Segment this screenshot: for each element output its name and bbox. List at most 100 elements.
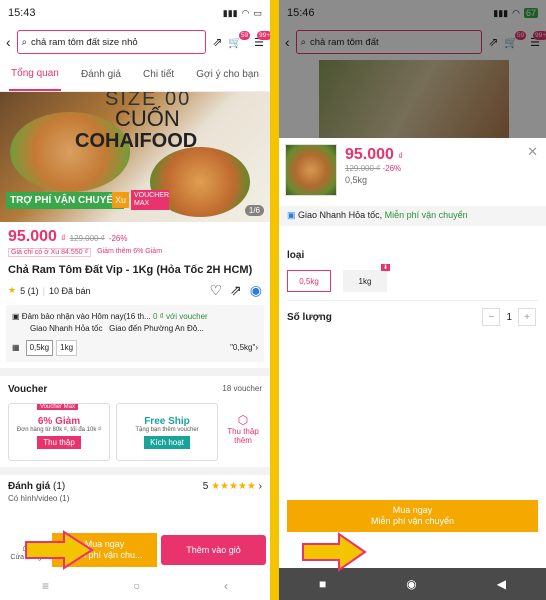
chevron-right-icon: ›	[255, 343, 258, 352]
chat-icon[interactable]: ☰ 99+	[254, 30, 270, 49]
ship-method: Giao Nhanh Hỏa tốc,	[298, 210, 383, 220]
buy-now-button[interactable]: Mua ngay Miễn phí vận chuyển	[287, 500, 538, 532]
collect-more[interactable]: ⬡ Thu thập thêm	[224, 403, 262, 461]
collect-button[interactable]: Thu thập	[37, 436, 81, 449]
right-screenshot: 15:46 ▮▮▮ ◠ 67 ‹ ⌕ chả ram tôm đất ⇗ 🛒 59 ☰…	[279, 0, 546, 600]
ship-destination: Giao đến Phường An Đô...	[109, 324, 204, 333]
status-icons: ▮▮▮ ◠ ▭	[223, 8, 262, 19]
nav-home-icon[interactable]: ◉	[406, 577, 416, 591]
search-input[interactable]: ⌕ chả ram tôm đất size nhỏ	[16, 30, 207, 54]
old-price: 129.000 ₫	[69, 234, 105, 243]
truck-icon: ▣	[12, 312, 20, 321]
discount: -26%	[382, 164, 402, 173]
status-bar: 15:43 ▮▮▮ ◠ ▭	[0, 0, 270, 26]
options-icon: ▦	[12, 343, 20, 352]
cart-badge: 59	[238, 30, 251, 40]
tab-suggestions[interactable]: Gợi ý cho bạn	[194, 59, 261, 90]
currency: ₫	[60, 233, 66, 243]
old-price: 129.000 ₫	[345, 164, 381, 173]
heart-icon[interactable]: ♡	[209, 282, 222, 299]
cart-icon[interactable]: 🛒 59	[228, 30, 251, 49]
voucher-header[interactable]: Voucher 18 voucher	[0, 376, 270, 399]
activate-button[interactable]: Kích hoạt	[144, 436, 190, 449]
collect-more-icon: ⬡	[237, 413, 249, 427]
weight: 0,5kg	[345, 175, 368, 185]
shipping-support-badge: TRỢ PHÍ VẬN CHUYỂN	[6, 192, 125, 209]
shipping-row: ▣ Giao Nhanh Hỏa tốc, Miễn phí vận chuyể…	[279, 206, 546, 226]
option-1kg[interactable]: 1kg ⬇	[343, 264, 390, 292]
nav-bar: ≡ ○ ‹	[0, 572, 270, 600]
voucher-title: Free Ship	[144, 416, 190, 427]
voucher-desc: Tặng bạn thêm voucher	[135, 427, 199, 433]
tab-overview[interactable]: Tổng quan	[9, 58, 61, 91]
quantity-stepper: − 1 +	[482, 308, 536, 326]
nav-back-icon[interactable]: ‹	[224, 579, 228, 593]
hero-brand: COHAIFOOD	[75, 130, 198, 152]
option-0-5kg[interactable]: 0,5kg	[25, 340, 54, 356]
nav-back-icon[interactable]: ◀	[497, 577, 506, 591]
stars-icon: ★★★★★	[211, 481, 256, 492]
voucher-list: Voucher Max 6% Giảm Đơn hàng từ 80k ₫, t…	[0, 399, 270, 465]
hero-cuon-text: CUỐN	[115, 106, 180, 131]
voucher-max-tag: Voucher Max	[37, 404, 79, 410]
wifi-icon: ◠	[241, 7, 250, 18]
top-bar: ‹ ⌕ chả ram tôm đất size nhỏ ⇗ 🛒 59 ☰ 99+	[0, 26, 270, 58]
plus-button[interactable]: +	[518, 308, 536, 326]
discount-tag-icon: ⬇	[380, 264, 390, 271]
tab-reviews[interactable]: Đánh giá	[79, 59, 123, 90]
signal-icon: ▮▮▮	[222, 7, 238, 18]
selected-option: "0,5kg"	[230, 343, 256, 352]
has-image-filter[interactable]: Có hình/video (1)	[0, 494, 270, 503]
tab-bar: Tổng quan Đánh giá Chi tiết Gợi ý cho bạ…	[0, 58, 270, 92]
rating-value: 5 (1)	[20, 285, 39, 296]
left-screenshot: 15:43 ▮▮▮ ◠ ▭ ‹ ⌕ chả ram tôm đất size nhỏ…	[0, 0, 270, 600]
price: 95.000	[8, 228, 57, 245]
battery-icon: ▭	[253, 7, 262, 18]
dim-overlay[interactable]	[279, 0, 546, 138]
product-image[interactable]: SIZE 00 CUỐN COHAIFOOD TRỢ PHÍ VẬN CHUYỂ…	[0, 92, 270, 222]
search-text: chả ram tôm đất size nhỏ	[31, 36, 138, 48]
option-1kg[interactable]: 1kg	[56, 340, 78, 356]
arrow-annotation-left	[25, 530, 94, 570]
tab-details[interactable]: Chi tiết	[141, 59, 176, 90]
nav-bar: ■ ◉ ◀	[279, 568, 546, 600]
truck-icon: ▣	[287, 210, 296, 220]
share-icon[interactable]: ⇗	[212, 35, 222, 49]
review-title: Đánh giá	[8, 481, 51, 492]
option-0-5kg[interactable]: 0,5kg	[287, 270, 331, 292]
xu-badge: Xu	[112, 192, 130, 208]
sheet-price-block: 95.000 ₫ 129.000 ₫ -26% 0,5kg	[345, 146, 403, 185]
minus-button[interactable]: −	[482, 308, 501, 326]
shipping-box[interactable]: ▣ Đảm bảo nhận vào Hôm nay(16 th... 0 ₫ …	[6, 305, 264, 362]
buy-now-label: Mua ngay	[392, 505, 433, 515]
voucher-card-max[interactable]: Voucher Max 6% Giảm Đơn hàng từ 80k ₫, t…	[8, 403, 110, 461]
star-icon: ★	[8, 285, 17, 295]
add-to-cart-button[interactable]: Thêm vào giỏ	[161, 535, 266, 565]
nav-square-icon[interactable]: ■	[319, 577, 326, 591]
share-icon[interactable]: ⇗	[230, 282, 242, 299]
quantity-value[interactable]: 1	[506, 312, 512, 323]
collect-more-label: Thu thập thêm	[227, 427, 259, 445]
voucher-desc: Đơn hàng từ 80k ₫, tối đa 10k ₫	[16, 427, 102, 433]
quantity-label: Số lượng	[287, 312, 332, 323]
option-1kg-label: 1kg	[358, 276, 372, 286]
discount: -26%	[108, 234, 128, 243]
review-header[interactable]: Đánh giá (1) 5 ★★★★★ ›	[0, 475, 270, 494]
close-icon[interactable]: ✕	[527, 144, 538, 160]
nav-home-icon[interactable]: ○	[133, 579, 140, 593]
type-options: 0,5kg 1kg ⬇	[287, 264, 390, 292]
voucher-card-freeship[interactable]: Free Ship Tặng bạn thêm voucher Kích hoạ…	[116, 403, 218, 461]
currency: ₫	[398, 151, 404, 161]
rating-row: ★ 5 (1) | 10 Đã bán ♡ ⇗ ◉	[8, 282, 262, 299]
status-time: 15:43	[8, 7, 36, 19]
free-ship: Miễn phí vận chuyển	[384, 210, 468, 220]
voucher-count: 18 voucher	[222, 384, 262, 393]
voucher-title: Voucher	[8, 384, 48, 395]
type-label: loại	[287, 250, 305, 261]
option-sheet: 95.000 ₫ 129.000 ₫ -26% 0,5kg ✕ ▣ Giao N…	[279, 138, 546, 568]
messenger-icon[interactable]: ◉	[250, 282, 262, 299]
nav-menu-icon[interactable]: ≡	[42, 579, 49, 593]
chat-badge: 99+	[256, 30, 270, 40]
back-icon[interactable]: ‹	[6, 34, 11, 50]
image-page-indicator: 1/6	[244, 205, 264, 216]
